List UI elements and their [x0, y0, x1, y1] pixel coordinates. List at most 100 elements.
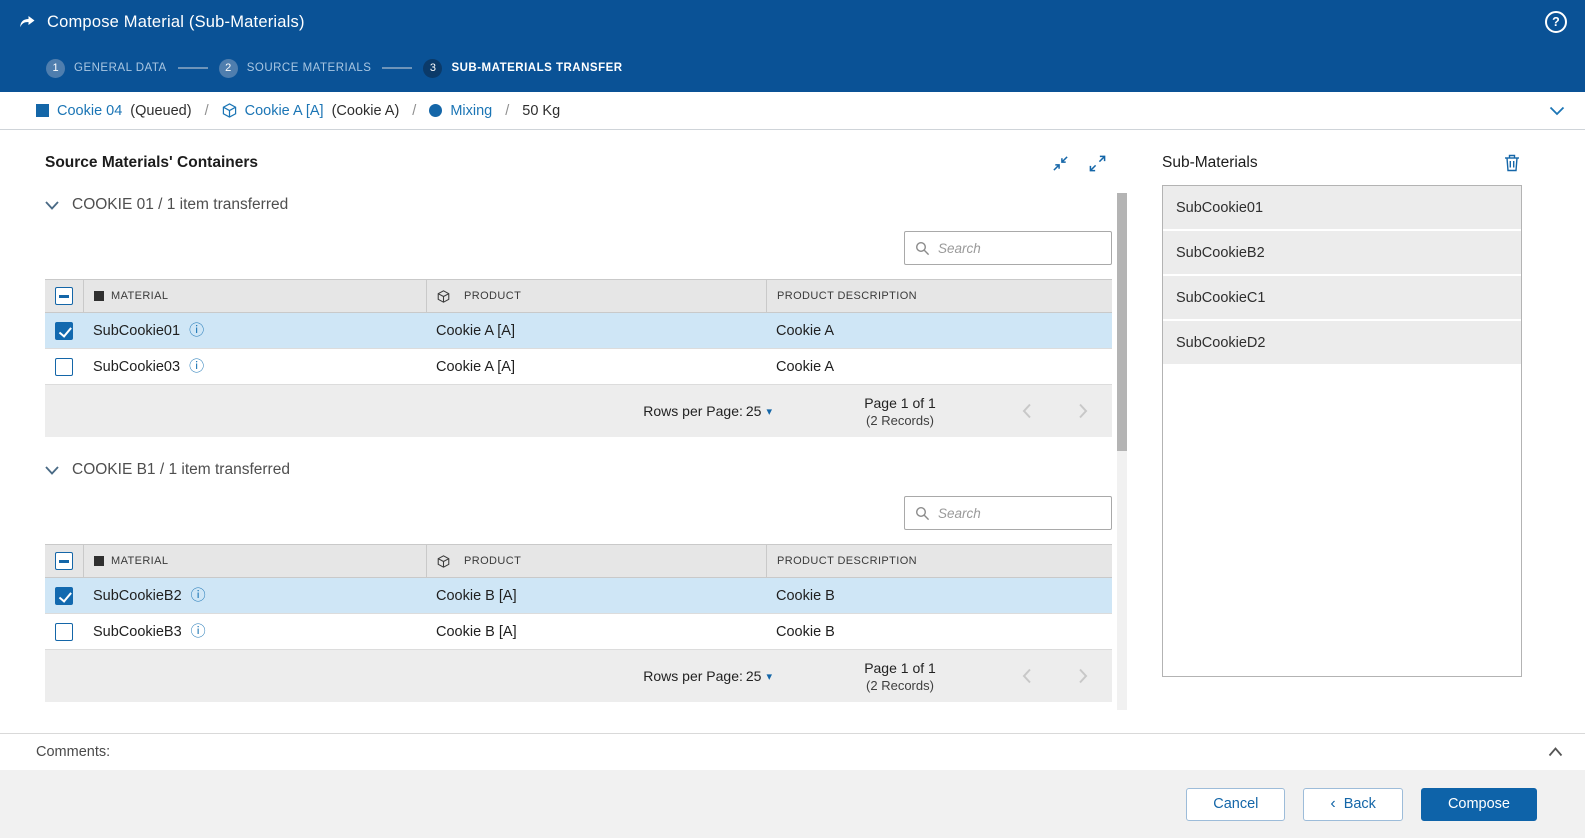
select-all-checkbox[interactable] [55, 552, 73, 570]
compose-button[interactable]: Compose [1420, 787, 1537, 821]
sub-material-item[interactable]: SubCookieB2 [1163, 231, 1521, 276]
chevron-up-icon[interactable] [1548, 747, 1563, 757]
back-button-label: Back [1343, 796, 1376, 812]
row-checkbox[interactable] [55, 357, 73, 376]
column-label: MATERIAL [111, 290, 169, 302]
sub-material-item[interactable]: SubCookieD2 [1163, 321, 1521, 366]
breadcrumb-collapse-chevron-icon[interactable] [1549, 106, 1565, 116]
panel-window-controls [1052, 155, 1112, 172]
rows-per-page-label: Rows per Page: [643, 668, 743, 684]
source-materials-panel-inner: Source Materials' Containers COOKIE 01 /… [45, 154, 1112, 702]
product-name: (Cookie A) [331, 102, 400, 119]
column-label: MATERIAL [111, 555, 169, 567]
column-label: PRODUCT [464, 290, 522, 302]
collapse-all-icon[interactable] [1052, 155, 1069, 172]
product-description-value: Cookie B [776, 587, 835, 604]
search-row [45, 231, 1112, 265]
column-header-product[interactable]: PRODUCT [426, 545, 766, 577]
info-icon[interactable]: ⓘ [191, 588, 206, 603]
table-row[interactable]: SubCookieB2 ⓘ Cookie B [A] Cookie B [45, 578, 1112, 614]
row-checkbox[interactable] [55, 321, 73, 340]
previous-page-icon[interactable] [1012, 403, 1042, 419]
row-checkbox[interactable] [55, 622, 73, 641]
search-input[interactable] [938, 505, 1101, 521]
table-row[interactable]: SubCookieB3 ⓘ Cookie B [A] Cookie B [45, 614, 1112, 650]
material-state: (Queued) [130, 102, 192, 119]
quantity-value: 50 Kg [522, 102, 561, 119]
back-button[interactable]: ‹ Back [1303, 787, 1403, 821]
product-value: Cookie A [A] [436, 358, 515, 375]
compose-material-dialog: Compose Material (Sub-Materials) ? 1 GEN… [0, 0, 1585, 838]
cancel-button[interactable]: Cancel [1186, 787, 1286, 821]
page-title: Compose Material (Sub-Materials) [47, 12, 305, 31]
previous-page-icon[interactable] [1012, 668, 1042, 684]
chevron-down-icon [45, 200, 59, 210]
page-label: Page 1 of 1 [864, 394, 936, 411]
search-box [904, 496, 1112, 530]
table-row[interactable]: SubCookie01 ⓘ Cookie A [A] Cookie A [45, 313, 1112, 349]
column-header-material[interactable]: MATERIAL [83, 545, 426, 577]
search-icon [915, 241, 930, 256]
column-header-product[interactable]: PRODUCT [426, 280, 766, 312]
next-page-icon[interactable] [1068, 668, 1098, 684]
section-header[interactable]: COOKIE B1 / 1 item transferred [45, 461, 1112, 479]
step-sub-materials-transfer[interactable]: 3 SUB-MATERIALS TRANSFER [423, 58, 622, 78]
expand-fullscreen-icon[interactable] [1089, 155, 1106, 172]
back-chevron-icon: ‹ [1330, 795, 1336, 812]
wizard-stepper: 1 GENERAL DATA 2 SOURCE MATERIALS 3 SUB-… [0, 44, 1585, 92]
row-checkbox[interactable] [55, 586, 73, 605]
table-row[interactable]: SubCookie03 ⓘ Cookie A [A] Cookie A [45, 349, 1112, 385]
scrollbar-thumb[interactable] [1117, 193, 1127, 451]
material-name: SubCookieB3 [93, 623, 182, 640]
info-icon[interactable]: ⓘ [189, 323, 204, 338]
source-materials-panel: Source Materials' Containers COOKIE 01 /… [45, 130, 1127, 733]
table-pagination: Rows per Page: 25 ▾ Page 1 of 1 (2 Recor… [45, 650, 1112, 702]
breadcrumb-material-link[interactable]: Cookie 04 [57, 103, 122, 119]
header-checkbox-cell [45, 545, 83, 577]
comments-label: Comments: [36, 744, 111, 760]
header: Compose Material (Sub-Materials) ? 1 GEN… [0, 0, 1585, 92]
sub-material-item[interactable]: SubCookieC1 [1163, 276, 1521, 321]
panel-title: Source Materials' Containers [45, 154, 259, 171]
product-value: Cookie B [A] [436, 587, 517, 604]
search-input[interactable] [938, 240, 1101, 256]
select-all-checkbox[interactable] [55, 287, 73, 305]
info-icon[interactable]: ⓘ [189, 359, 204, 374]
title-row: Compose Material (Sub-Materials) ? [0, 0, 1585, 44]
section-header[interactable]: COOKIE 01 / 1 item transferred [45, 196, 1112, 214]
help-icon[interactable]: ? [1545, 11, 1567, 33]
column-header-product-description[interactable]: PRODUCT DESCRIPTION [766, 545, 1112, 577]
rows-per-page-control[interactable]: Rows per Page: 25 ▾ [643, 403, 772, 419]
page-info: Page 1 of 1 (2 Records) [830, 660, 970, 693]
product-icon [437, 289, 450, 303]
column-header-product-description[interactable]: PRODUCT DESCRIPTION [766, 280, 1112, 312]
material-name: SubCookie03 [93, 358, 181, 375]
chevron-down-icon [45, 465, 59, 475]
vertical-scrollbar[interactable] [1117, 193, 1127, 710]
sub-materials-head: Sub-Materials [1162, 154, 1522, 172]
delete-icon[interactable] [1504, 154, 1522, 172]
next-page-icon[interactable] [1068, 403, 1098, 419]
step-source-materials[interactable]: 2 SOURCE MATERIALS [218, 58, 372, 78]
step-connector [382, 67, 413, 69]
sub-material-item[interactable]: SubCookie01 [1163, 186, 1521, 231]
product-value: Cookie A [A] [436, 322, 515, 339]
product-description-value: Cookie B [776, 623, 835, 640]
records-label: (2 Records) [866, 412, 934, 428]
column-header-material[interactable]: MATERIAL [83, 280, 426, 312]
column-label: PRODUCT DESCRIPTION [777, 290, 918, 302]
step-number: 1 [46, 58, 65, 78]
rows-per-page-control[interactable]: Rows per Page: 25 ▾ [643, 668, 772, 684]
info-icon[interactable]: ⓘ [191, 624, 206, 639]
breadcrumb-flow-step-link[interactable]: Mixing [450, 103, 492, 119]
step-general-data[interactable]: 1 GENERAL DATA [46, 58, 167, 78]
rows-per-page-value: 25 [745, 668, 762, 684]
step-label: GENERAL DATA [74, 62, 167, 74]
product-description-value: Cookie A [776, 322, 835, 339]
breadcrumb: Cookie 04 (Queued) / Cookie A [A] (Cooki… [0, 92, 1585, 130]
step-number: 2 [218, 58, 238, 78]
breadcrumb-product-link[interactable]: Cookie A [A] [245, 103, 324, 119]
table-header: MATERIAL PRODUCT PRODUCT DESCRIPTION [45, 544, 1112, 578]
compose-material-icon [18, 13, 36, 31]
search-box [904, 231, 1112, 265]
